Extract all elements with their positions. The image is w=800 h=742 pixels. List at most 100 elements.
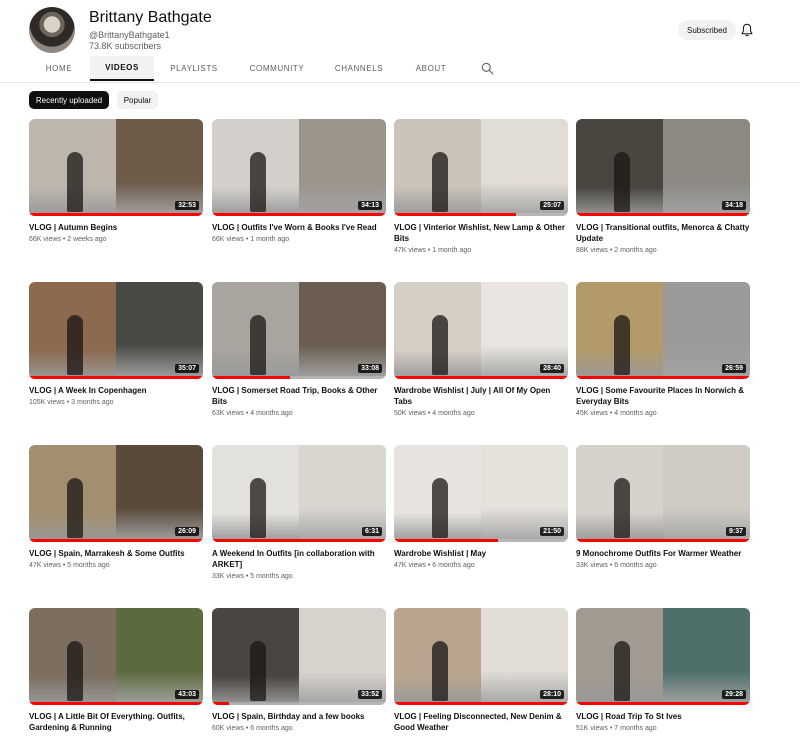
channel-name: Brittany Bathgate [89,9,212,26]
video-card[interactable]: 29:28 VLOG | Road Trip To St Ives 51K view… [576,608,750,732]
chip-recently-uploaded[interactable]: Recently uploaded [29,91,109,109]
video-card[interactable]: 28:40 Wardrobe Wishlist | July | All Of M… [394,282,568,417]
video-thumbnail[interactable]: 28:40 [394,282,568,379]
video-title[interactable]: Wardrobe Wishlist | May [394,548,568,559]
watch-progress-bar [394,376,568,379]
video-title[interactable]: Wardrobe Wishlist | July | All Of My Ope… [394,385,568,407]
watch-progress-bar [576,702,750,705]
video-thumbnail[interactable]: 6:31 [212,445,386,542]
watch-progress-track [576,539,750,542]
video-card[interactable]: 34:13 VLOG | Outfits I've Worn & Books I'… [212,119,386,243]
watch-progress-track [576,213,750,216]
video-meta: 47K views • 1 month ago [394,247,472,254]
video-thumbnail[interactable]: 25:07 [394,119,568,216]
duration-badge: 32:53 [175,201,199,210]
thumbnail-figure [432,478,448,538]
duration-badge: 43:03 [175,690,199,699]
thumbnail-left-frame [29,282,116,379]
video-card[interactable]: 33:08 VLOG | Somerset Road Trip, Books & … [212,282,386,417]
watch-progress-track [576,376,750,379]
video-meta: 45K views • 4 months ago [576,410,657,417]
tab-channels[interactable]: CHANNELS [326,56,392,81]
video-card[interactable]: 9:37 9 Monochrome Outfits For Warmer Weat… [576,445,750,569]
video-thumbnail[interactable]: 9:37 [576,445,750,542]
duration-badge: 28:40 [540,364,564,373]
tab-playlists[interactable]: PLAYLISTS [160,56,228,81]
video-title[interactable]: 9 Monochrome Outfits For Warmer Weather [576,548,750,559]
duration-badge: 33:52 [358,690,382,699]
video-thumbnail[interactable]: 28:10 [394,608,568,705]
video-title[interactable]: VLOG | Road Trip To St Ives [576,711,750,722]
video-meta: 33K views • 6 months ago [576,562,657,569]
tab-home[interactable]: HOME [29,56,89,81]
video-thumbnail[interactable]: 26:59 [576,282,750,379]
video-card[interactable]: 28:10 VLOG | Feeling Disconnected, New De… [394,608,568,736]
thumbnail-figure [250,152,266,212]
chip-popular[interactable]: Popular [117,91,158,109]
thumbnail-figure [67,478,83,538]
duration-badge: 34:13 [358,201,382,210]
duration-badge: 34:18 [722,201,746,210]
video-card[interactable]: 43:03 VLOG | A Little Bit Of Everything. … [29,608,203,736]
video-title[interactable]: VLOG | Transitional outfits, Menorca & C… [576,222,750,244]
video-card[interactable]: 26:09 VLOG | Spain, Marrakesh & Some Outf… [29,445,203,569]
video-card[interactable]: 21:50 Wardrobe Wishlist | May 47K views • … [394,445,568,569]
thumbnail-left-frame [576,119,663,216]
video-thumbnail[interactable]: 32:53 [29,119,203,216]
tab-community[interactable]: COMMUNITY [240,56,314,81]
video-title[interactable]: VLOG | Vinterior Wishlist, New Lamp & Ot… [394,222,568,244]
bell-icon[interactable] [741,23,753,37]
watch-progress-bar [212,539,386,542]
watch-progress-track [29,376,203,379]
video-card[interactable]: 26:59 VLOG | Some Favourite Places In Nor… [576,282,750,417]
video-card[interactable]: 33:52 VLOG | Spain, Birthday and a few bo… [212,608,386,732]
tab-videos[interactable]: VIDEOS [90,56,154,81]
thumbnail-figure [614,478,630,538]
video-thumbnail[interactable]: 26:09 [29,445,203,542]
video-title[interactable]: VLOG | Outfits I've Worn & Books I've Re… [212,222,386,233]
video-title[interactable]: A Weekend In Outfits [in collaboration w… [212,548,386,570]
video-card[interactable]: 34:18 VLOG | Transitional outfits, Menorc… [576,119,750,254]
video-card[interactable]: 32:53 VLOG | Autumn Begins 66K views • 2 w… [29,119,203,243]
thumbnail-left-frame [394,445,481,542]
search-icon[interactable] [481,62,494,75]
thumbnail-figure [614,152,630,212]
tab-about[interactable]: ABOUT [404,56,458,81]
video-thumbnail[interactable]: 29:28 [576,608,750,705]
video-thumbnail[interactable]: 33:08 [212,282,386,379]
thumbnail-left-frame [212,282,299,379]
video-thumbnail[interactable]: 43:03 [29,608,203,705]
thumbnail-left-frame [29,445,116,542]
thumbnail-figure [614,315,630,375]
avatar[interactable] [29,7,75,53]
watch-progress-track [212,539,386,542]
video-title[interactable]: VLOG | Somerset Road Trip, Books & Other… [212,385,386,407]
video-title[interactable]: VLOG | Spain, Birthday and a few books [212,711,386,722]
video-card[interactable]: 6:31 A Weekend In Outfits [in collaborati… [212,445,386,580]
thumbnail-figure [250,478,266,538]
video-meta: 33K views • 5 months ago [212,573,293,580]
watch-progress-bar [576,539,750,542]
video-title[interactable]: VLOG | Spain, Marrakesh & Some Outfits [29,548,203,559]
video-thumbnail[interactable]: 35:07 [29,282,203,379]
video-card[interactable]: 25:07 VLOG | Vinterior Wishlist, New Lamp… [394,119,568,254]
thumbnail-figure [67,152,83,212]
video-thumbnail[interactable]: 34:13 [212,119,386,216]
thumbnail-left-frame [394,608,481,705]
video-thumbnail[interactable]: 34:18 [576,119,750,216]
watch-progress-track [29,539,203,542]
watch-progress-track [394,539,568,542]
video-title[interactable]: VLOG | Feeling Disconnected, New Denim &… [394,711,568,733]
video-title[interactable]: VLOG | Autumn Begins [29,222,203,233]
subscribed-button[interactable]: Subscribed [678,20,736,40]
watch-progress-track [29,702,203,705]
watch-progress-bar [29,376,203,379]
video-card[interactable]: 35:07 VLOG | A Week In Copenhagen 105K vie… [29,282,203,406]
video-title[interactable]: VLOG | Some Favourite Places In Norwich … [576,385,750,407]
video-title[interactable]: VLOG | A Little Bit Of Everything. Outfi… [29,711,203,733]
thumbnail-left-frame [394,282,481,379]
video-thumbnail[interactable]: 21:50 [394,445,568,542]
video-thumbnail[interactable]: 33:52 [212,608,386,705]
video-title[interactable]: VLOG | A Week In Copenhagen [29,385,203,396]
thumbnail-figure [250,315,266,375]
